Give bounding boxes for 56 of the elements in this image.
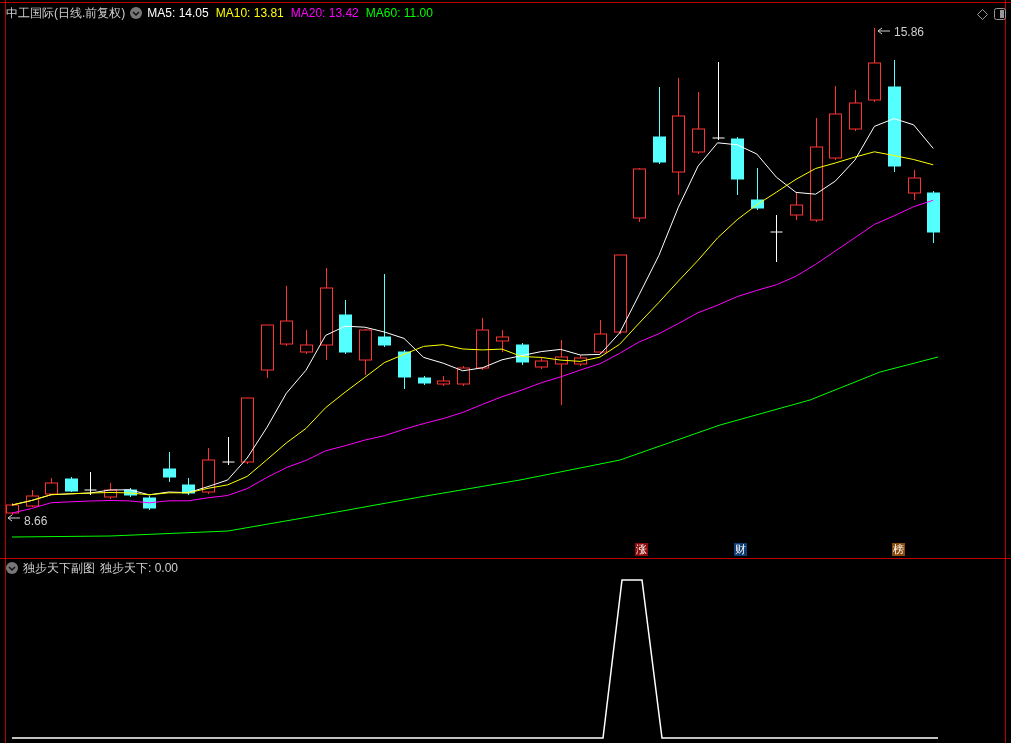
moving-average-label: MA10: 13.81 (215, 6, 284, 20)
candlestick (65, 476, 78, 493)
moving-average-label: MA20: 13.42 (290, 6, 359, 20)
candlestick (104, 482, 117, 500)
candlestick (731, 136, 744, 196)
indicator-reading: 独步天下: 0.00 (100, 561, 179, 575)
candlestick (143, 495, 156, 511)
candlestick (555, 339, 568, 406)
indicator-title: 独步天下副图 (23, 561, 95, 575)
chevron-down-icon[interactable] (6, 562, 18, 574)
candlestick (535, 357, 548, 370)
high-price-label: 15.86 (894, 24, 925, 41)
candlestick (84, 471, 97, 496)
candlestick (261, 324, 274, 379)
candlestick (182, 477, 195, 496)
low-price-label: 8.66 (24, 513, 48, 530)
candlestick (751, 167, 764, 211)
panel-toggle-icon[interactable] (994, 8, 1006, 20)
arrow-left-icon (877, 27, 891, 35)
chevron-down-icon[interactable] (130, 7, 143, 19)
candlestick (6, 502, 19, 516)
candlestick (437, 375, 450, 387)
candlestick (908, 169, 921, 201)
candlestick (222, 436, 235, 466)
candlestick (476, 317, 489, 371)
candlestick (280, 285, 293, 347)
candlestick (398, 349, 411, 390)
candlestick (633, 167, 646, 223)
candlestick (927, 190, 940, 244)
candlestick (790, 191, 803, 221)
stock-title: 中工国际(日线.前复权) (6, 6, 126, 20)
moving-average-label: MA60: 11.00 (365, 6, 433, 20)
candlestick (457, 365, 470, 387)
event-marker[interactable]: 财 (734, 543, 747, 556)
candlestick (770, 214, 783, 263)
candlestick (45, 477, 58, 496)
candlestick (594, 319, 607, 355)
candlestick (339, 299, 352, 355)
arrow-left-icon (7, 514, 21, 522)
event-marker[interactable]: 涨 (635, 543, 648, 556)
candlestick (849, 89, 862, 132)
diamond-icon[interactable] (977, 9, 988, 20)
candlestick (496, 329, 509, 353)
candlestick (124, 487, 137, 498)
candlestick (516, 342, 529, 366)
candlestick (692, 91, 705, 155)
candlestick (26, 489, 39, 508)
candlestick (163, 451, 176, 483)
candlestick (418, 375, 431, 386)
moving-average-label: MA5: 14.05 (147, 6, 209, 20)
candlestick (241, 397, 254, 465)
candlestick (202, 447, 215, 495)
candlestick (300, 329, 313, 355)
candlestick (359, 328, 372, 376)
candlestick (574, 354, 587, 367)
event-marker[interactable]: 榜 (892, 543, 905, 556)
